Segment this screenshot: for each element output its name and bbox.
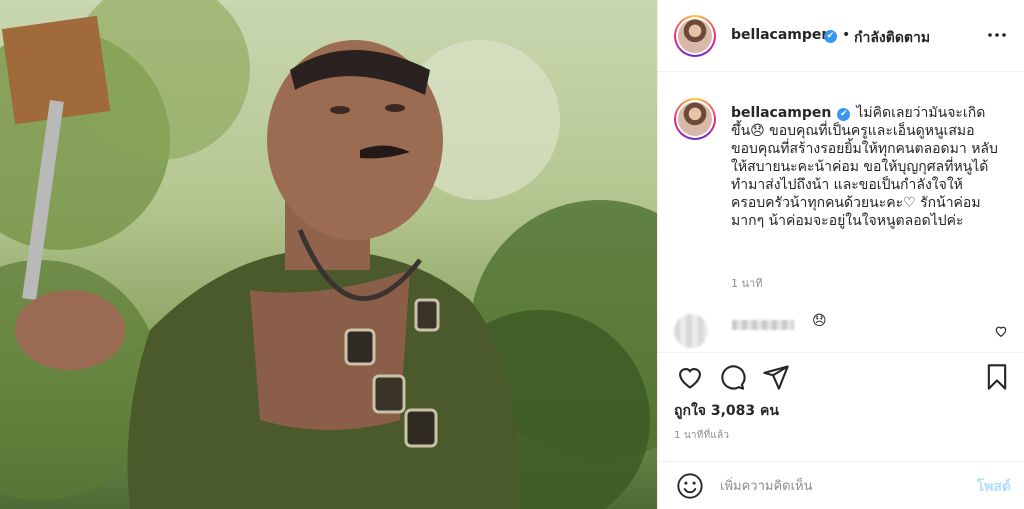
comment-text: 😞 [812, 313, 827, 329]
caption-timestamp[interactable]: 1 นาที [731, 274, 762, 292]
bookmark-icon[interactable] [983, 363, 1011, 391]
comment-like-heart-icon[interactable] [994, 324, 1008, 338]
verified-badge-icon: ✔ [824, 30, 837, 43]
post-photo[interactable] [0, 0, 657, 509]
share-icon[interactable] [762, 363, 790, 391]
comment-icon[interactable] [718, 363, 746, 391]
post-timestamp[interactable]: 1 นาทีที่แล้ว [674, 428, 729, 443]
comment-avatar[interactable] [674, 314, 708, 348]
caption-author-avatar[interactable] [674, 98, 716, 140]
heart-icon[interactable] [676, 363, 704, 391]
follow-separator: • [842, 27, 851, 43]
caption-area: bellacampen ✔ ไม่คิดเลยว่ามันจะเกิดขึ้น😞 ข… [658, 72, 1024, 350]
post-side-panel: bellacampen ✔ • กำลังติดตาม bellacampen ✔… [657, 0, 1024, 509]
post-comment-button[interactable]: โพสต์ [977, 476, 1011, 498]
caption-text: ไม่คิดเลยว่ามันจะเกิดขึ้น😞 ขอบคุณที่เป็น… [731, 105, 998, 229]
more-options-icon[interactable] [987, 27, 1007, 43]
following-button[interactable]: กำลังติดตาม [854, 27, 930, 49]
caption: bellacampen ✔ ไม่คิดเลยว่ามันจะเกิดขึ้น😞 ข… [731, 104, 1001, 230]
likes-count[interactable]: ถูกใจ 3,083 คน [674, 400, 779, 422]
add-comment-bar: โพสต์ [658, 461, 1024, 509]
caption-username[interactable]: bellacampen [731, 105, 831, 121]
comment-row: 😞 [674, 313, 1014, 354]
comment-input[interactable] [720, 474, 955, 498]
emoji-icon[interactable] [676, 472, 704, 500]
caption-verified-badge-icon: ✔ [837, 108, 851, 121]
photo-illustration [0, 0, 657, 509]
post-actions: ถูกใจ 3,083 คน 1 นาทีที่แล้ว [658, 352, 1024, 464]
author-avatar[interactable] [674, 15, 716, 57]
post-header: bellacampen ✔ • กำลังติดตาม [658, 0, 1024, 72]
comment-username[interactable] [732, 320, 794, 330]
author-username[interactable]: bellacampen [731, 27, 831, 43]
